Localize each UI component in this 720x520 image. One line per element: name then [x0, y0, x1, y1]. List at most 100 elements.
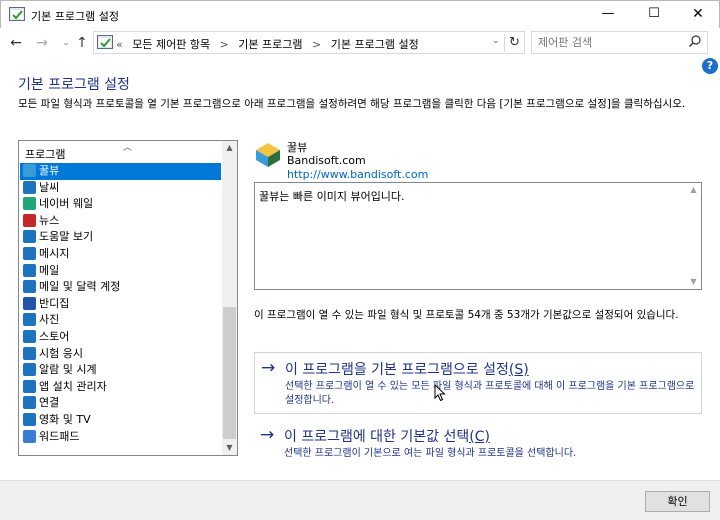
minimize-button[interactable]: — [585, 1, 631, 29]
program-list-item[interactable]: 메일 [20, 263, 221, 280]
program-list-item-label: 알람 및 시계 [39, 363, 97, 377]
movies-icon [23, 412, 36, 426]
photos-icon [23, 313, 36, 327]
program-list-item[interactable]: 사진 [20, 312, 221, 329]
messaging-icon [23, 246, 36, 260]
set-as-default-description: 선택한 프로그램이 열 수 있는 모든 파일 형식과 프로토콜에 대해 이 프로… [285, 381, 695, 406]
program-list-item-label: 연결 [39, 396, 60, 410]
control-panel-icon [9, 7, 25, 21]
address-dropdown-icon[interactable]: ⌄ [492, 36, 500, 46]
up-arrow-icon[interactable]: ↑ [72, 33, 92, 53]
description-scrollbar[interactable]: ▲ ▼ [686, 183, 701, 289]
choose-defaults-title[interactable]: 이 프로그램에 대한 기본값 선택(C) [284, 426, 490, 446]
program-list-item-label: 시험 응시 [39, 346, 83, 360]
program-list-item-label: 스토어 [39, 329, 70, 343]
scroll-down-icon[interactable]: ▼ [222, 441, 237, 455]
program-list-item-label: 메일 및 달력 계정 [39, 280, 121, 294]
search-icon[interactable] [688, 34, 702, 48]
program-list-scrollbar[interactable]: ▲ ▼ [222, 141, 237, 455]
breadcrumb-separator-icon[interactable]: > [312, 38, 321, 51]
news-icon [23, 213, 36, 227]
breadcrumb: « 모든 제어판 항목 > 기본 프로그램 > 기본 프로그램 설정 [116, 36, 425, 52]
program-list-item[interactable]: 네이버 웨일 [20, 196, 221, 213]
program-list-item-label: 네이버 웨일 [39, 197, 94, 211]
program-list-item-label: 앱 설치 관리자 [39, 379, 107, 393]
program-list-header[interactable]: 프로그램 ︿ [19, 141, 221, 163]
program-list-item[interactable]: 워드패드 [20, 429, 221, 446]
set-as-default-hotkey: (S) [508, 362, 529, 378]
selected-program-name: 꿀뷰 [287, 141, 308, 154]
page-description: 모든 파일 형식과 프로토콜을 열 기본 프로그램으로 아래 프로그램을 설정하… [18, 98, 686, 110]
ok-button[interactable]: 확인 [645, 491, 710, 512]
program-list-item[interactable]: 영화 및 TV [20, 412, 221, 429]
breadcrumb-separator-icon[interactable]: > [220, 38, 229, 51]
program-list-item-label: 꿀뷰 [39, 164, 60, 177]
breadcrumb-overflow[interactable]: « [116, 38, 123, 51]
search-box[interactable] [531, 31, 708, 54]
calendar-icon [23, 280, 36, 294]
scroll-up-icon[interactable]: ▲ [222, 141, 237, 155]
connect-icon [23, 396, 36, 410]
program-list-item[interactable]: 뉴스 [20, 213, 221, 230]
set-as-default-action[interactable]: → 이 프로그램을 기본 프로그램으로 설정(S) 선택한 프로그램이 열 수 … [254, 352, 702, 414]
selected-program-url-link[interactable]: http://www.bandisoft.com [287, 168, 428, 181]
refresh-icon[interactable]: ↻ [504, 34, 524, 52]
program-list-item[interactable]: 메시지 [20, 246, 221, 263]
program-list-item[interactable]: 스토어 [20, 329, 221, 346]
scroll-up-icon[interactable]: ▲ [686, 183, 701, 197]
program-list[interactable]: 프로그램 ︿ 꿀뷰날씨네이버 웨일뉴스도움말 보기메시지메일메일 및 달력 계정… [18, 140, 238, 456]
program-list-item[interactable]: 꿀뷰 [20, 163, 221, 180]
program-description-text: 꿀뷰는 빠른 이미지 뷰어입니다. [259, 190, 405, 203]
program-list-item[interactable]: 반디집 [20, 296, 221, 313]
arrow-right-icon: → [260, 425, 275, 445]
program-list-item-label: 뉴스 [39, 213, 60, 227]
honeyview-icon [23, 164, 36, 177]
wordpad-icon [23, 429, 36, 443]
whale-icon [23, 197, 36, 211]
address-bar[interactable]: « 모든 제어판 항목 > 기본 프로그램 > 기본 프로그램 설정 ⌄ ↻ [93, 31, 525, 54]
forward-arrow-icon[interactable]: → [32, 33, 52, 53]
search-input[interactable] [538, 35, 683, 50]
alarm-icon [23, 363, 36, 377]
breadcrumb-default-programs[interactable]: 기본 프로그램 [238, 38, 302, 51]
scroll-down-icon[interactable]: ▼ [686, 275, 701, 289]
program-list-item[interactable]: 메일 및 달력 계정 [20, 279, 221, 296]
program-list-item-label: 메일 [39, 263, 60, 277]
breadcrumb-set-default-programs[interactable]: 기본 프로그램 설정 [331, 38, 419, 51]
set-as-default-label: 이 프로그램을 기본 프로그램으로 설정 [285, 362, 509, 378]
program-list-item-label: 메시지 [39, 246, 70, 260]
program-list-item-label: 반디집 [39, 296, 70, 310]
program-list-item-label: 날씨 [39, 180, 60, 194]
choose-defaults-label: 이 프로그램에 대한 기본값 선택 [284, 429, 470, 445]
back-arrow-icon[interactable]: ← [6, 33, 26, 53]
choose-defaults-action[interactable]: → 이 프로그램에 대한 기본값 선택(C) 선택한 프로그램이 기본으로 여는… [254, 420, 702, 464]
set-as-default-title[interactable]: 이 프로그램을 기본 프로그램으로 설정(S) [285, 359, 529, 379]
title-bar: 기본 프로그램 설정 — ☐ ✕ [0, 0, 720, 28]
program-list-items: 꿀뷰날씨네이버 웨일뉴스도움말 보기메시지메일메일 및 달력 계정반디집사진 스토… [20, 163, 221, 445]
mouse-cursor-icon [434, 384, 446, 402]
program-description-box[interactable]: 꿀뷰는 빠른 이미지 뷰어입니다. ▲ ▼ [254, 182, 702, 290]
breadcrumb-all-items[interactable]: 모든 제어판 항목 [132, 38, 210, 51]
program-list-item-label: 도움말 보기 [39, 230, 94, 244]
selected-program-company: Bandisoft.com [287, 154, 366, 167]
control-panel-icon [97, 35, 113, 49]
store-icon [23, 329, 36, 343]
page-title: 기본 프로그램 설정 [18, 77, 130, 93]
program-list-item[interactable]: 앱 설치 관리자 [20, 379, 221, 396]
program-list-item[interactable]: 시험 응시 [20, 346, 221, 363]
maximize-button[interactable]: ☐ [631, 1, 677, 29]
help-view-icon [23, 230, 36, 244]
dialog-footer: 확인 [0, 480, 720, 520]
main-content: 기본 프로그램 설정 모든 파일 형식과 프로토콜을 열 기본 프로그램으로 아… [0, 58, 720, 480]
weather-icon [23, 180, 36, 194]
program-list-item-label: 워드패드 [39, 429, 80, 443]
program-list-item[interactable]: 알람 및 시계 [20, 362, 221, 379]
scrollbar-thumb[interactable] [223, 307, 236, 439]
program-list-item[interactable]: 도움말 보기 [20, 229, 221, 246]
program-list-item[interactable]: 연결 [20, 395, 221, 412]
help-icon[interactable]: ? [702, 58, 718, 74]
choose-defaults-hotkey: (C) [469, 429, 490, 445]
program-list-item[interactable]: 날씨 [20, 180, 221, 197]
honeyview-logo-icon [256, 143, 280, 167]
close-button[interactable]: ✕ [675, 1, 720, 29]
